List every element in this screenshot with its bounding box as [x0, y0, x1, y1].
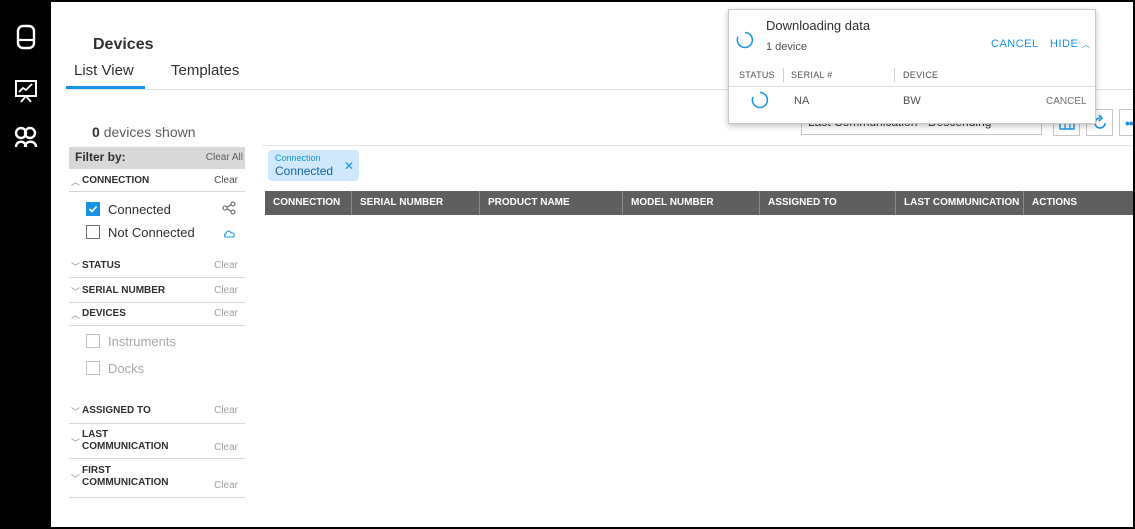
- section-label: STATUS: [82, 260, 121, 271]
- option-label: Instruments: [108, 333, 176, 349]
- clear-last-communication-button[interactable]: Clear: [214, 442, 238, 453]
- close-icon[interactable]: ✕: [344, 159, 354, 173]
- column-header[interactable]: LAST COMMUNICATION: [896, 191, 1024, 215]
- chip-value: Connected: [275, 164, 334, 178]
- divider: [69, 497, 245, 498]
- section-label-line1: LAST: [82, 429, 109, 440]
- checkbox-connected[interactable]: [86, 202, 100, 216]
- clear-status-button[interactable]: Clear: [214, 260, 238, 271]
- dashboard-icon[interactable]: [11, 76, 41, 106]
- chevron-down-icon: ﹀: [71, 262, 81, 272]
- option-label: Not Connected: [108, 224, 195, 240]
- cancel-download-button[interactable]: CANCEL: [991, 38, 1039, 50]
- chevron-down-icon: ﹀: [71, 287, 81, 297]
- section-label: CONNECTION: [82, 175, 150, 186]
- option-label: Docks: [108, 360, 145, 376]
- section-label: DEVICES: [82, 308, 126, 319]
- nav-rail: [2, 2, 51, 527]
- filter-section-devices[interactable]: ︿ DEVICES Clear: [69, 305, 245, 327]
- section-label-line2: COMMUNICATION: [82, 441, 169, 452]
- chevron-up-icon: ︿: [71, 310, 81, 320]
- divider: [69, 458, 245, 459]
- hide-label: HIDE: [1050, 38, 1079, 50]
- popup-column-header: DEVICE: [903, 70, 939, 80]
- popup-column-header: STATUS: [739, 70, 775, 80]
- chevron-up-icon: ︿: [1081, 40, 1091, 49]
- spinner-icon: [751, 91, 769, 114]
- popup-column-header: SERIAL #: [791, 70, 833, 80]
- clear-assigned-to-button[interactable]: Clear: [214, 405, 238, 416]
- filter-heading: Filter by:: [75, 150, 126, 164]
- option-docks[interactable]: Docks: [86, 360, 144, 376]
- clear-connection-button[interactable]: Clear: [214, 175, 238, 186]
- tab-list-view[interactable]: List View: [74, 62, 134, 79]
- hide-button[interactable]: HIDE ︿: [1050, 38, 1090, 50]
- column-header[interactable]: ASSIGNED TO: [760, 191, 896, 215]
- divider: [894, 68, 895, 82]
- page-title: Devices: [93, 36, 154, 53]
- popup-serial-value: NA: [794, 95, 810, 107]
- chevron-down-icon: ﹀: [71, 474, 81, 484]
- chip-key: Connection: [275, 153, 321, 163]
- popup-device-value: BW: [903, 95, 921, 107]
- spinner-icon: [736, 31, 754, 54]
- filter-section-last-communication[interactable]: ﹀ LAST COMMUNICATION Clear: [69, 427, 245, 459]
- filter-header: Filter by: Clear All: [69, 147, 245, 169]
- checkbox-docks[interactable]: [86, 361, 100, 375]
- section-label-line1: FIRST: [82, 465, 111, 476]
- chevron-up-icon: ︿: [71, 177, 81, 187]
- checkbox-not-connected[interactable]: [86, 225, 100, 239]
- column-header[interactable]: PRODUCT NAME: [480, 191, 623, 215]
- filter-section-assigned-to[interactable]: ﹀ ASSIGNED TO Clear: [69, 402, 245, 424]
- device-count-number: 0: [92, 124, 100, 140]
- popup-subtitle: 1 device: [766, 41, 807, 53]
- option-label: Connected: [108, 201, 171, 217]
- divider: [69, 302, 245, 303]
- section-label: ASSIGNED TO: [82, 405, 151, 416]
- column-header[interactable]: CONNECTION: [265, 191, 352, 215]
- filter-section-status[interactable]: ﹀ STATUS Clear: [69, 257, 245, 279]
- checkbox-instruments[interactable]: [86, 334, 100, 348]
- more-icon[interactable]: ••: [1119, 109, 1133, 136]
- groups-icon[interactable]: [11, 123, 41, 153]
- clear-serial-number-button[interactable]: Clear: [214, 285, 238, 296]
- tab-templates[interactable]: Templates: [171, 62, 239, 79]
- divider: [783, 68, 784, 82]
- section-label-line2: COMMUNICATION: [82, 477, 169, 488]
- share-network-icon: [222, 201, 236, 220]
- option-not-connected[interactable]: Not Connected: [86, 224, 195, 240]
- cloud-icon: [223, 226, 236, 244]
- filter-section-serial-number[interactable]: ﹀ SERIAL NUMBER Clear: [69, 282, 245, 304]
- popup-title: Downloading data: [766, 18, 871, 33]
- download-popup: Downloading data 1 device CANCEL HIDE ︿ …: [728, 9, 1096, 124]
- option-instruments[interactable]: Instruments: [86, 333, 176, 349]
- section-label: SERIAL NUMBER: [82, 285, 166, 296]
- divider: [729, 86, 1095, 87]
- chevron-down-icon: ﹀: [71, 407, 81, 417]
- column-header[interactable]: SERIAL NUMBER: [352, 191, 480, 215]
- chevron-down-icon: ﹀: [71, 438, 81, 448]
- clear-all-button[interactable]: Clear All: [206, 152, 243, 163]
- clear-first-communication-button[interactable]: Clear: [214, 480, 238, 491]
- divider: [69, 423, 245, 424]
- column-header[interactable]: MODEL NUMBER: [623, 191, 760, 215]
- column-header[interactable]: ACTIONS: [1024, 191, 1133, 215]
- app-frame: Devices List View Templates 0 devices sh…: [0, 0, 1135, 529]
- option-connected[interactable]: Connected: [86, 201, 171, 217]
- clear-devices-button[interactable]: Clear: [214, 308, 238, 319]
- divider: [69, 325, 245, 326]
- device-count: 0 devices shown: [92, 124, 196, 140]
- device-count-label: devices shown: [103, 124, 196, 140]
- content-divider: [262, 145, 1133, 146]
- cancel-row-button[interactable]: CANCEL: [1046, 96, 1087, 107]
- filter-section-first-communication[interactable]: ﹀ FIRST COMMUNICATION Clear: [69, 463, 245, 499]
- divider: [69, 277, 245, 278]
- filter-section-connection[interactable]: ︿ CONNECTION Clear: [69, 169, 245, 193]
- table-header: CONNECTION SERIAL NUMBER PRODUCT NAME MO…: [265, 191, 1133, 215]
- active-filter-chip[interactable]: Connection Connected ✕: [268, 150, 359, 181]
- divider: [69, 191, 245, 192]
- device-icon[interactable]: [11, 22, 41, 52]
